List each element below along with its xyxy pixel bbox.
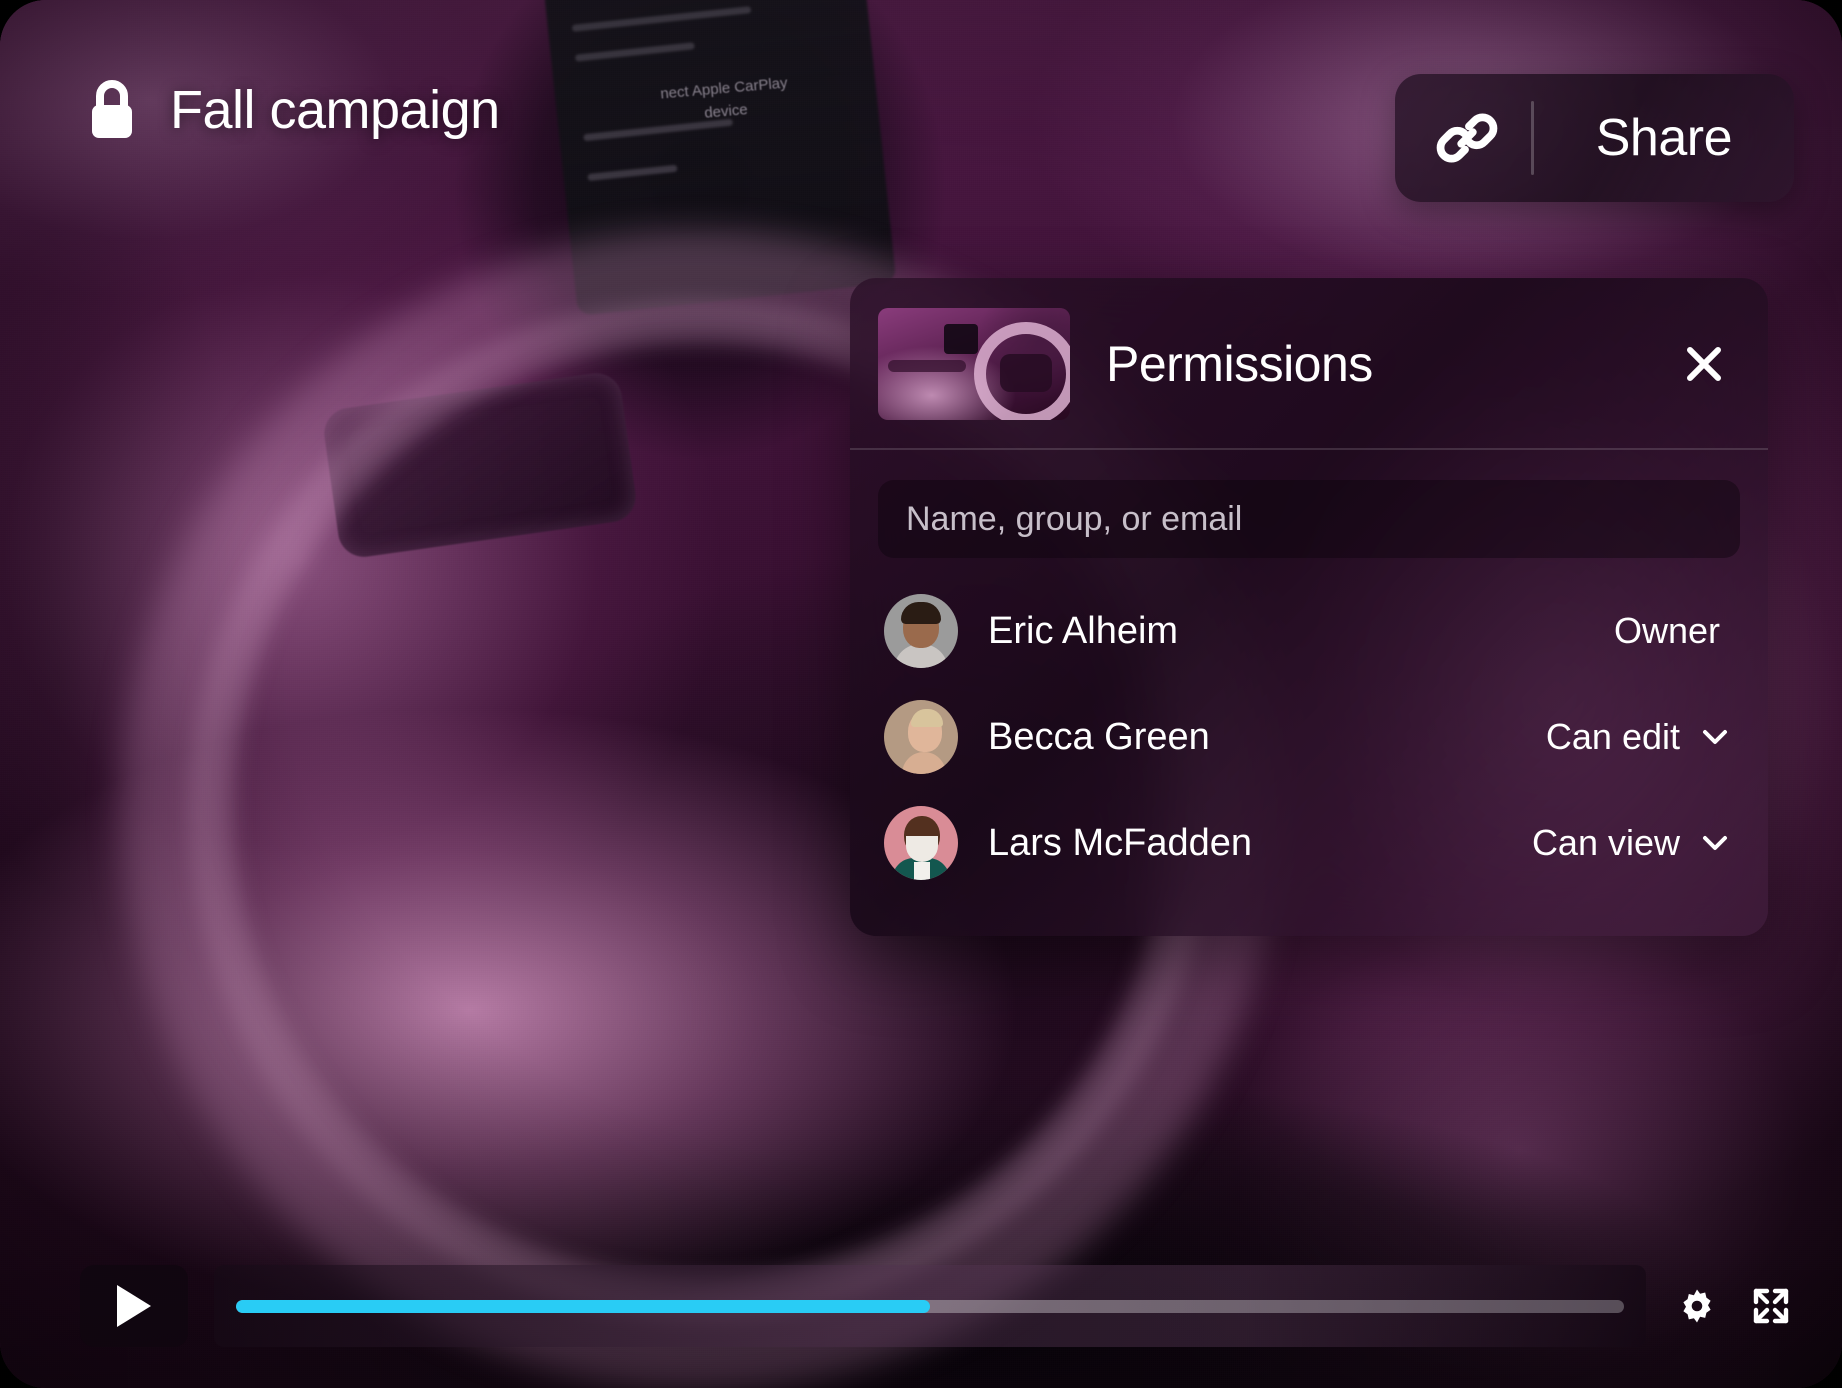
link-icon (1436, 107, 1498, 169)
carplay-caption: nect Apple CarPlay device (659, 74, 789, 122)
permissions-title: Permissions (1106, 336, 1373, 392)
permissions-panel-header: Permissions (850, 278, 1768, 450)
copy-link-button[interactable] (1403, 74, 1531, 202)
share-button-label[interactable]: Share (1534, 108, 1786, 168)
role-value: Can view (1531, 822, 1680, 863)
avatar (884, 594, 958, 668)
page-title: Fall campaign (170, 80, 500, 140)
gear-icon (1677, 1286, 1717, 1326)
search-input[interactable] (878, 480, 1740, 558)
fullscreen-button[interactable] (1734, 1265, 1808, 1347)
close-button[interactable] (1674, 334, 1734, 394)
settings-button[interactable] (1660, 1265, 1734, 1347)
table-row[interactable]: Becca Green Can edit (878, 684, 1740, 790)
fullscreen-icon (1751, 1286, 1791, 1326)
play-icon (115, 1283, 153, 1329)
chevron-down-icon (1702, 729, 1728, 745)
table-row[interactable]: Lars McFadden Can view (878, 790, 1740, 896)
person-name: Lars McFadden (988, 821, 1253, 864)
avatar (884, 806, 958, 880)
permissions-panel: Permissions Eric Alheim Owner (850, 278, 1768, 936)
role-value: Owner (1613, 610, 1720, 651)
table-row[interactable]: Eric Alheim Owner (878, 578, 1740, 684)
avatar (884, 700, 958, 774)
progress-track[interactable] (236, 1299, 1624, 1313)
close-icon (1685, 345, 1723, 383)
player-controls (80, 1258, 1808, 1354)
lock-icon (84, 78, 140, 142)
people-list: Eric Alheim Owner Becca Green Can edit L… (878, 578, 1740, 896)
permissions-panel-body: Eric Alheim Owner Becca Green Can edit (850, 450, 1768, 936)
play-button[interactable] (80, 1265, 188, 1347)
chevron-down-icon (1702, 835, 1728, 851)
role-label: Owner (1614, 610, 1734, 652)
person-name: Becca Green (988, 715, 1210, 758)
video-player: nect Apple CarPlay device Fall campaign (0, 0, 1842, 1388)
title-bar: Fall campaign (84, 78, 500, 142)
dashboard-screen (543, 0, 897, 316)
steering-button-pad (321, 369, 639, 561)
role-dropdown[interactable]: Can view (1532, 822, 1734, 864)
share-button-group[interactable]: Share (1394, 74, 1794, 202)
media-thumbnail (878, 308, 1070, 420)
role-value: Can edit (1545, 716, 1680, 757)
person-name: Eric Alheim (988, 609, 1179, 652)
progress-bar[interactable] (214, 1265, 1646, 1347)
role-dropdown[interactable]: Can edit (1546, 716, 1734, 758)
progress-fill (236, 1299, 930, 1313)
